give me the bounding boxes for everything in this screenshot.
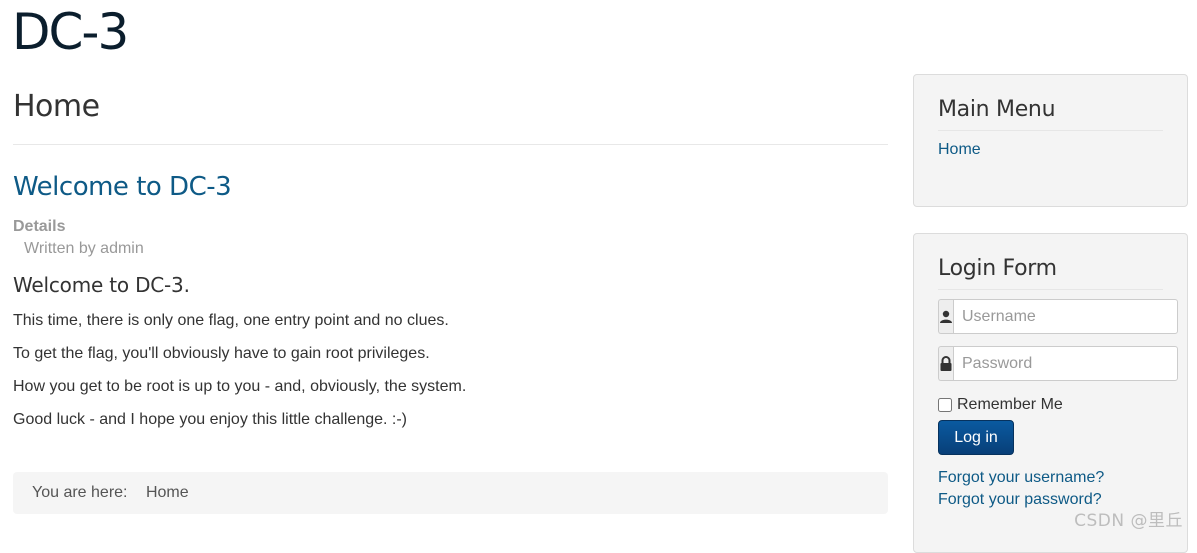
main-menu-divider: [938, 130, 1163, 131]
article-paragraph: How you get to be root is up to you - an…: [13, 378, 467, 395]
article-paragraph: To get the flag, you'll obviously have t…: [13, 345, 430, 362]
watermark: CSDN @里丘: [1074, 511, 1183, 531]
username-input[interactable]: [953, 299, 1178, 334]
article-title-link[interactable]: Welcome to DC-3: [13, 172, 888, 202]
article-paragraph: Good luck - and I hope you enjoy this li…: [13, 411, 407, 428]
article-paragraph: This time, there is only one flag, one e…: [13, 312, 449, 329]
forgot-username-link[interactable]: Forgot your username?: [938, 468, 1104, 488]
main-content: Home Welcome to DC-3 Details Written by …: [13, 80, 888, 431]
menu-item-home[interactable]: Home: [938, 140, 981, 160]
user-icon: [938, 299, 953, 334]
main-menu-title: Main Menu: [938, 97, 1056, 122]
login-form-title: Login Form: [938, 256, 1057, 281]
login-form-panel: Login Form Remember Me Log in Forgot you…: [913, 233, 1188, 553]
article-details: Details Written by admin: [13, 216, 888, 260]
remember-me[interactable]: Remember Me: [938, 396, 1063, 414]
password-group: [938, 346, 1178, 381]
article-author: Written by admin: [24, 240, 144, 257]
breadcrumb-label: You are here:: [32, 484, 128, 501]
breadcrumb-item-home: Home: [145, 484, 189, 501]
remember-me-checkbox[interactable]: [938, 398, 952, 412]
page-title: Home: [13, 89, 100, 124]
main-menu-panel: Main Menu Home: [913, 74, 1188, 207]
details-label: Details: [13, 218, 66, 235]
password-input[interactable]: [953, 346, 1178, 381]
remember-me-label: Remember Me: [957, 396, 1063, 413]
breadcrumb: You are here: Home: [13, 472, 888, 514]
header-divider: [13, 144, 888, 145]
login-form-divider: [938, 289, 1163, 290]
username-group: [938, 299, 1178, 334]
site-title[interactable]: DC-3: [12, 2, 129, 62]
lock-icon: [938, 346, 953, 381]
login-button[interactable]: Log in: [938, 420, 1014, 455]
article-heading: Welcome to DC-3.: [13, 273, 190, 297]
